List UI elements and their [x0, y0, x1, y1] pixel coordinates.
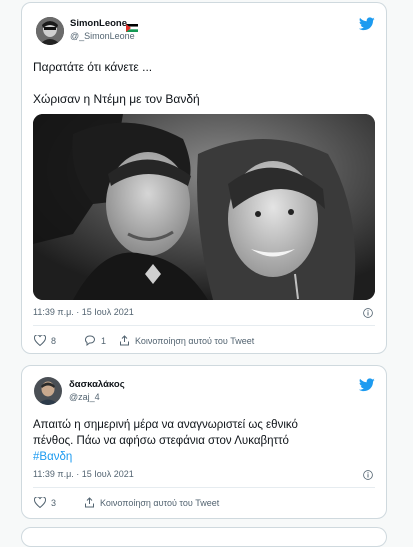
twitter-bird-icon[interactable] — [359, 378, 375, 392]
author-name[interactable]: SimonLeone — [70, 18, 127, 29]
reply-count: 1 — [101, 335, 107, 346]
share-label: Κοινοποίηση αυτού του Tweet — [135, 335, 255, 346]
info-icon[interactable] — [363, 308, 373, 318]
tweet-timestamp[interactable]: 11:39 π.μ. · 15 Ιουλ 2021 — [33, 307, 134, 317]
tweet-timestamp[interactable]: 11:39 π.μ. · 15 Ιουλ 2021 — [33, 469, 134, 479]
tweet-photo[interactable] — [33, 114, 375, 300]
heart-icon — [34, 497, 46, 508]
author-handle[interactable]: @_SimonLeone — [70, 31, 135, 41]
tweet-text: Παρατάτε ότι κάνετε ... — [33, 60, 153, 74]
share-label: Κοινοποίηση αυτού του Tweet — [100, 497, 220, 508]
share-button[interactable]: Κοινοποίηση αυτού του Tweet — [84, 497, 219, 508]
tweet-text: πένθος. Πάω να αφήσω στεφάνια στον Λυκαβ… — [33, 435, 289, 447]
info-icon[interactable] — [363, 470, 373, 480]
twitter-bird-icon[interactable] — [359, 17, 375, 31]
share-icon — [85, 497, 94, 508]
divider — [33, 325, 375, 326]
reply-button[interactable]: 1 — [84, 335, 106, 346]
tweet-text: Χώρισαν η Ντέμη με τον Βανδή — [33, 92, 200, 106]
avatar[interactable] — [36, 17, 64, 45]
author-name[interactable]: δασκαλάκος — [69, 379, 125, 390]
avatar-image — [34, 377, 62, 405]
author-handle[interactable]: @zaj_4 — [69, 392, 100, 402]
heart-icon — [34, 335, 46, 346]
like-button[interactable]: 3 — [34, 497, 56, 508]
tweet-card[interactable]: SimonLeone @_SimonLeone Παρατάτε ότι κάν… — [21, 2, 387, 354]
avatar-image — [36, 17, 64, 45]
reply-icon — [85, 335, 96, 346]
like-button[interactable]: 8 — [34, 335, 56, 346]
tweet-text: Απαιτώ η σημερινή μέρα να αναγνωριστεί ω… — [33, 419, 298, 431]
share-icon — [120, 335, 129, 346]
like-count: 3 — [51, 497, 57, 508]
flag-icon — [126, 19, 138, 32]
tweet-card[interactable]: δασκαλάκος @zaj_4 Απαιτώ η σημερινή μέρα… — [21, 365, 387, 519]
photo-image — [33, 114, 375, 300]
share-button[interactable]: Κοινοποίηση αυτού του Tweet — [119, 335, 254, 346]
like-count: 8 — [51, 335, 57, 346]
divider — [33, 487, 375, 488]
hashtag-link[interactable]: #Βανδη — [33, 449, 72, 465]
avatar[interactable] — [34, 377, 62, 405]
tweet-card-partial[interactable] — [21, 527, 387, 547]
